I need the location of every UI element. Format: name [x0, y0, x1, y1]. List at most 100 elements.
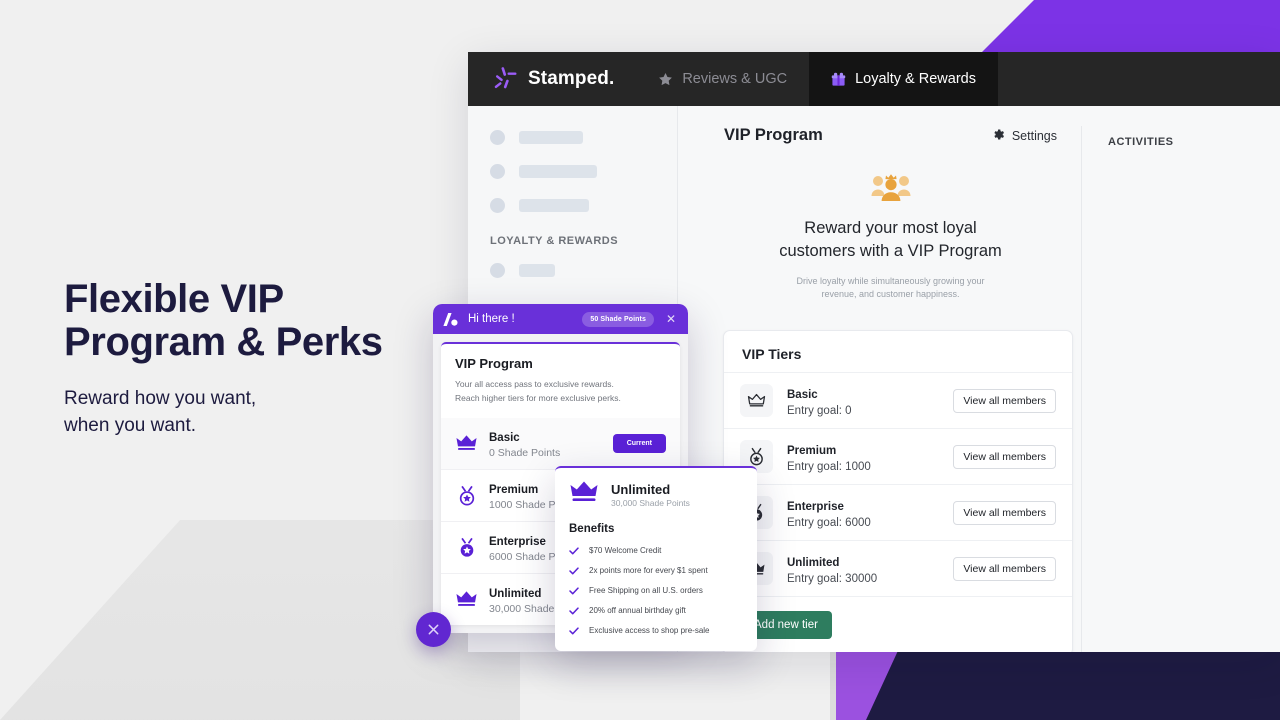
- crown-solid-icon: [569, 480, 599, 509]
- gear-icon: [992, 128, 1005, 144]
- gift-icon: [831, 72, 846, 87]
- crown-solid-icon: [455, 434, 478, 452]
- close-icon[interactable]: ✕: [663, 312, 679, 326]
- vip-tiers-title: VIP Tiers: [742, 346, 802, 363]
- empty-state-subtext-line-1: Drive loyalty while simultaneously growi…: [796, 275, 985, 286]
- tier-info: Basic Entry goal: 0: [787, 385, 939, 417]
- view-all-members-button[interactable]: View all members: [953, 444, 1056, 469]
- widget-tier-points: 0 Shade Points: [489, 446, 561, 459]
- sidebar-item-icon-placeholder: [490, 130, 505, 145]
- sidebar-item-placeholder[interactable]: [490, 263, 659, 278]
- hero-headline: Flexible VIP Program & Perks: [64, 277, 434, 364]
- sidebar-item-placeholder[interactable]: [490, 130, 659, 145]
- widget-tier-name: Basic: [489, 431, 520, 444]
- empty-state-subtext-line-2: revenue, and customer happiness.: [821, 289, 960, 300]
- empty-state-heading-line-2: customers with a VIP Program: [779, 241, 1002, 260]
- stamped-logo-icon: [492, 66, 518, 92]
- hero-copy: Flexible VIP Program & Perks Reward how …: [64, 277, 434, 440]
- settings-label: Settings: [1011, 128, 1057, 143]
- tier-name: Premium: [787, 444, 837, 457]
- widget-header: Hi there ! 50 Shade Points ✕: [433, 304, 688, 334]
- benefit-item: $70 Welcome Credit: [569, 546, 743, 555]
- view-all-members-button[interactable]: View all members: [953, 556, 1056, 581]
- widget-tier-info: Basic 0 Shade Points: [489, 428, 602, 459]
- widget-greeting: Hi there !: [468, 313, 515, 325]
- hero-headline-line-1: Flexible VIP: [64, 277, 284, 321]
- hero-subtext-line-1: Reward how you want,: [64, 388, 257, 410]
- brand-logo-group[interactable]: Stamped.: [468, 52, 636, 106]
- page-header: VIP Program Settings: [724, 126, 1057, 145]
- benefit-item: Free Shipping on all U.S. orders: [569, 586, 743, 595]
- sidebar-item-label-placeholder: [519, 199, 589, 212]
- list-item[interactable]: Basic 0 Shade Points Current: [441, 417, 680, 469]
- settings-button[interactable]: Settings: [992, 128, 1057, 144]
- check-icon: [569, 606, 579, 615]
- tier-info: Unlimited Entry goal: 30000: [787, 553, 939, 585]
- activities-rail: ACTIVITIES: [1081, 126, 1280, 652]
- brand-name: Stamped.: [528, 68, 615, 89]
- sidebar-item-placeholder[interactable]: [490, 198, 659, 213]
- benefit-label: 20% off annual birthday gift: [589, 606, 686, 615]
- view-all-members-button[interactable]: View all members: [953, 500, 1056, 525]
- benefit-item: 20% off annual birthday gift: [569, 606, 743, 615]
- table-row[interactable]: Unlimited Entry goal: 30000 View all mem…: [724, 540, 1072, 596]
- check-icon: [569, 566, 579, 575]
- vip-tiers-card: VIP Tiers Basic Entry goal: 0 View all m…: [723, 330, 1073, 652]
- star-icon: [658, 72, 673, 87]
- empty-state-heading: Reward your most loyal customers with a …: [724, 217, 1057, 263]
- widget-launcher-close-button[interactable]: [416, 612, 451, 647]
- view-all-members-button[interactable]: View all members: [953, 388, 1056, 413]
- tab-reviews-ugc-label: Reviews & UGC: [682, 71, 788, 87]
- tab-loyalty-rewards-label: Loyalty & Rewards: [855, 71, 976, 87]
- sidebar-item-placeholder[interactable]: [490, 164, 659, 179]
- empty-state-subtext: Drive loyalty while simultaneously growi…: [724, 275, 1057, 303]
- benefit-label: Exclusive access to shop pre-sale: [589, 626, 710, 635]
- check-icon: [569, 626, 579, 635]
- decor-shape-top-right: [980, 0, 1280, 54]
- widget-vip-desc: Your all access pass to exclusive reward…: [455, 378, 666, 406]
- flyout-tier-points: 30,000 Shade Points: [611, 497, 690, 508]
- widget-tier-name: Premium: [489, 483, 539, 496]
- content-area: VIP Program Settings Reward your most lo…: [678, 106, 1280, 652]
- widget-brand-icon: [442, 312, 459, 326]
- widget-vip-desc-line-1: Your all access pass to exclusive reward…: [455, 379, 614, 389]
- check-icon: [569, 546, 579, 555]
- vip-members-crown-icon: [869, 169, 913, 203]
- tier-info: Enterprise Entry goal: 6000: [787, 497, 939, 529]
- tab-loyalty-rewards[interactable]: Loyalty & Rewards: [809, 52, 998, 106]
- benefit-label: Free Shipping on all U.S. orders: [589, 586, 703, 595]
- tier-entry-goal: Entry goal: 6000: [787, 516, 871, 529]
- close-icon: [427, 623, 440, 636]
- benefit-item: 2x points more for every $1 spent: [569, 566, 743, 575]
- widget-vip-card-header: VIP Program Your all access pass to excl…: [441, 344, 680, 418]
- tier-entry-goal: Entry goal: 0: [787, 404, 852, 417]
- table-row[interactable]: Enterprise Entry goal: 6000 View all mem…: [724, 484, 1072, 540]
- sidebar-item-label-placeholder: [519, 131, 583, 144]
- flyout-tier-name: Unlimited: [611, 481, 671, 497]
- tier-name: Unlimited: [787, 556, 840, 569]
- decor-shape-bottom-navy: [866, 642, 1280, 720]
- crown-solid-icon: [455, 590, 478, 608]
- table-row[interactable]: Premium Entry goal: 1000 View all member…: [724, 428, 1072, 484]
- tier-name: Basic: [787, 388, 818, 401]
- sidebar-item-icon-placeholder: [490, 263, 505, 278]
- benefit-label: 2x points more for every $1 spent: [589, 566, 708, 575]
- tier-name: Enterprise: [787, 500, 844, 513]
- tier-entry-goal: Entry goal: 30000: [787, 572, 878, 585]
- sidebar-section-label: LOYALTY & REWARDS: [490, 235, 619, 247]
- status-badge: Current: [612, 433, 666, 453]
- widget-vip-title: VIP Program: [455, 356, 533, 371]
- benefit-label: $70 Welcome Credit: [589, 546, 662, 555]
- vip-empty-state: Reward your most loyal customers with a …: [724, 169, 1057, 302]
- widget-tier-name: Enterprise: [489, 535, 546, 548]
- hero-subtext-line-2: when you want.: [64, 415, 197, 437]
- table-row[interactable]: Basic Entry goal: 0 View all members: [724, 372, 1072, 428]
- check-icon: [569, 586, 579, 595]
- sidebar-item-icon-placeholder: [490, 198, 505, 213]
- tier-benefits-flyout: Unlimited 30,000 Shade Points Benefits $…: [555, 466, 757, 651]
- tab-reviews-ugc[interactable]: Reviews & UGC: [636, 52, 809, 106]
- activities-title: ACTIVITIES: [1108, 136, 1174, 148]
- widget-points-badge[interactable]: 50 Shade Points: [582, 311, 654, 327]
- sidebar-item-label-placeholder: [519, 165, 597, 178]
- flyout-header: Unlimited 30,000 Shade Points: [569, 480, 743, 509]
